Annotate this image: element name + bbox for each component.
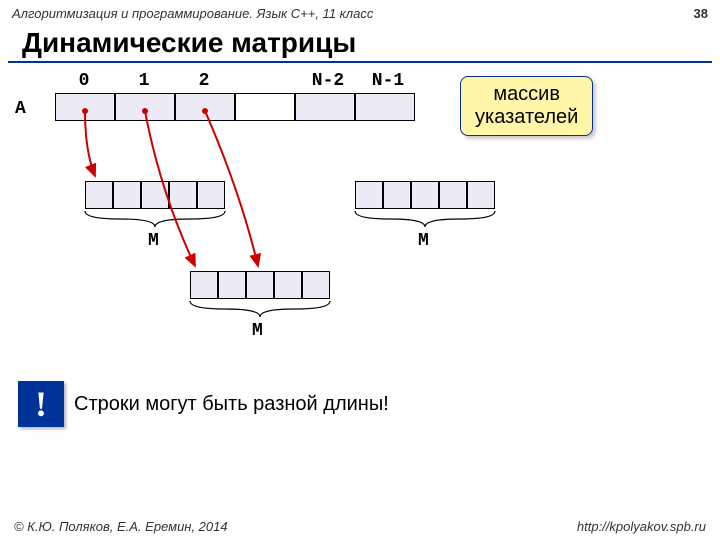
row2-c1 — [218, 271, 246, 299]
row1-c0 — [85, 181, 113, 209]
m-label-1: M — [148, 231, 159, 251]
brace-2 — [355, 211, 495, 231]
row1-c4 — [197, 181, 225, 209]
warning-text: Строки могут быть разной длины! — [74, 393, 389, 416]
row1b-c2 — [411, 181, 439, 209]
brace-1 — [85, 211, 225, 231]
m-label-2: M — [418, 231, 429, 251]
ptr-cell-1 — [115, 93, 175, 121]
dot-0 — [82, 108, 88, 114]
row1b-c4 — [467, 181, 495, 209]
row2-c0 — [190, 271, 218, 299]
ptr-cell-gap — [235, 93, 295, 121]
warning-icon: ! — [18, 381, 64, 427]
slide-title: Динамические матрицы — [8, 23, 712, 63]
dot-1 — [142, 108, 148, 114]
idx-2: 2 — [194, 71, 214, 91]
row1b-c0 — [355, 181, 383, 209]
row1-c2 — [141, 181, 169, 209]
callout-line1: массив — [475, 83, 578, 106]
row1-c1 — [113, 181, 141, 209]
page-number: 38 — [694, 6, 708, 21]
dot-2 — [202, 108, 208, 114]
idx-1: 1 — [134, 71, 154, 91]
footer-left: © К.Ю. Поляков, Е.А. Еремин, 2014 — [14, 519, 228, 534]
ptr-cell-2 — [175, 93, 235, 121]
array-label: A — [15, 99, 26, 119]
ptr-cell-n2 — [295, 93, 355, 121]
row1-c3 — [169, 181, 197, 209]
row2-c4 — [302, 271, 330, 299]
callout-line2: указателей — [475, 106, 578, 129]
m-label-3: M — [252, 321, 263, 341]
brace-3 — [190, 301, 330, 321]
idx-0: 0 — [74, 71, 94, 91]
row1b-c3 — [439, 181, 467, 209]
row2-c2 — [246, 271, 274, 299]
callout-box: массив указателей — [460, 76, 593, 136]
footer-right: http://kpolyakov.spb.ru — [577, 519, 706, 534]
diagram-area: A 0 1 2 N-2 N-1 M M M — [0, 71, 720, 371]
ptr-cell-n1 — [355, 93, 415, 121]
ptr-cell-0 — [55, 93, 115, 121]
idx-n2: N-2 — [303, 71, 353, 91]
row2-c3 — [274, 271, 302, 299]
header-left: Алгоритмизация и программирование. Язык … — [12, 6, 373, 21]
idx-n1: N-1 — [363, 71, 413, 91]
row1b-c1 — [383, 181, 411, 209]
